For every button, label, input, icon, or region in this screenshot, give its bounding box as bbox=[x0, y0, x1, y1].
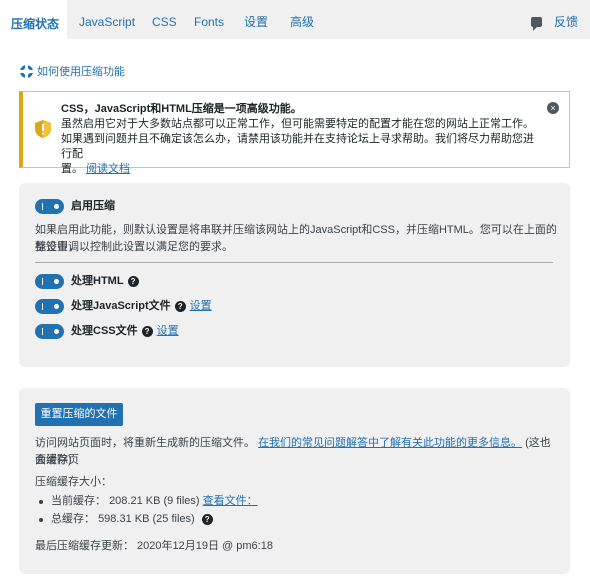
regen-text: 访问网站页面时，将重新生成新的压缩文件。 bbox=[35, 437, 255, 449]
css-settings-link[interactable]: 设置 bbox=[157, 325, 179, 337]
help-icon[interactable]: ? bbox=[141, 326, 153, 337]
tab-bar: 压缩状态 JavaScript CSS Fonts 设置 高级 反馈 bbox=[0, 0, 590, 39]
minify-description-2: 整设置，以控制此设置以满足您的要求。 bbox=[35, 241, 233, 253]
notice-text: CSS，JavaScript和HTML压缩是一项高级功能。 虽然启用它对于大多数… bbox=[61, 102, 541, 177]
process-html-label: 处理HTML bbox=[71, 275, 124, 287]
process-html-toggle[interactable] bbox=[35, 274, 64, 289]
reset-minified-files-button[interactable]: 重置压缩的文件 bbox=[35, 403, 123, 426]
current-cache-value: 208.21 KB (9 files) bbox=[109, 495, 200, 507]
enable-minify-toggle[interactable] bbox=[35, 199, 64, 214]
close-icon[interactable]: × bbox=[547, 102, 559, 114]
notice-line-last: 置。 阅读文档 bbox=[61, 162, 541, 177]
faq-link[interactable]: 在我们的常见问题解答中了解有关此功能的更多信息。 bbox=[258, 437, 522, 449]
process-js-toggle[interactable] bbox=[35, 299, 64, 314]
process-js-row: 处理JavaScript文件? 设置 bbox=[71, 299, 212, 314]
current-cache-label: 当前缓存： bbox=[51, 495, 106, 507]
notice-line: 如果遇到问题并且不确定该怎么办，请禁用该功能并在支持论坛上寻求帮助。我们将尽力帮… bbox=[61, 133, 534, 160]
cache-size-title: 压缩缓存大小： bbox=[35, 476, 112, 488]
tab-advanced[interactable]: 高级 bbox=[290, 0, 314, 39]
total-cache-value: 598.31 KB (25 files) bbox=[98, 513, 195, 525]
enable-minify-label: 启用压缩 bbox=[71, 200, 115, 212]
feedback-icon bbox=[530, 17, 542, 31]
warning-notice: CSS，JavaScript和HTML压缩是一项高级功能。 虽然启用它对于大多数… bbox=[19, 91, 570, 175]
notice-title: CSS，JavaScript和HTML压缩是一项高级功能。 bbox=[61, 103, 302, 115]
minify-cache-panel: 重置压缩的文件 访问网站页面时，将重新生成新的压缩文件。 在我们的常见问题解答中… bbox=[19, 388, 570, 574]
help-link-label: 如何使用压缩功能 bbox=[37, 66, 125, 78]
tab-settings[interactable]: 设置 bbox=[244, 0, 268, 39]
tab-javascript[interactable]: JavaScript bbox=[79, 0, 135, 39]
minify-settings-panel: 启用压缩 如果启用此功能，则默认设置是将串联并压缩该网站上的JavaScript… bbox=[19, 183, 570, 367]
feedback-button[interactable]: 反馈 bbox=[530, 0, 578, 39]
divider bbox=[35, 262, 553, 263]
tab-fonts[interactable]: Fonts bbox=[194, 0, 224, 39]
lifebuoy-icon bbox=[20, 65, 33, 78]
current-cache-item: 当前缓存： 208.21 KB (9 files) 查看文件： bbox=[39, 493, 258, 510]
total-cache-label: 总缓存： bbox=[51, 513, 95, 525]
total-cache-item: 总缓存： 598.31 KB (25 files) ? bbox=[39, 511, 213, 528]
notice-line-3: 置。 bbox=[61, 163, 83, 175]
notice-line: 虽然启用它对于大多数站点都可以正常工作，但可能需要特定的配置才能在您的网站上正常… bbox=[61, 118, 534, 130]
help-link[interactable]: 如何使用压缩功能 bbox=[20, 64, 125, 80]
last-cache-update: 最后压缩缓存更新： 2020年12月19日 @ pm6:18 bbox=[35, 540, 273, 552]
process-css-toggle[interactable] bbox=[35, 324, 64, 339]
view-files-link[interactable]: 查看文件： bbox=[203, 495, 258, 507]
tab-minify-status[interactable]: 压缩状态 bbox=[0, 0, 67, 39]
help-icon[interactable]: ? bbox=[174, 301, 186, 312]
process-css-row: 处理CSS文件? 设置 bbox=[71, 324, 179, 339]
tab-css[interactable]: CSS bbox=[152, 0, 177, 39]
help-icon[interactable]: ? bbox=[201, 514, 213, 525]
js-settings-link[interactable]: 设置 bbox=[190, 300, 212, 312]
help-icon[interactable]: ? bbox=[127, 276, 139, 287]
read-docs-link[interactable]: 阅读文档 bbox=[86, 163, 130, 175]
shield-warning-icon bbox=[35, 120, 51, 138]
process-js-label: 处理JavaScript文件 bbox=[71, 300, 171, 312]
process-html-row: 处理HTML? bbox=[71, 274, 139, 289]
feedback-label: 反馈 bbox=[553, 15, 578, 29]
regen-suffix-2: 面缓存) bbox=[35, 454, 72, 466]
process-css-label: 处理CSS文件 bbox=[71, 325, 138, 337]
